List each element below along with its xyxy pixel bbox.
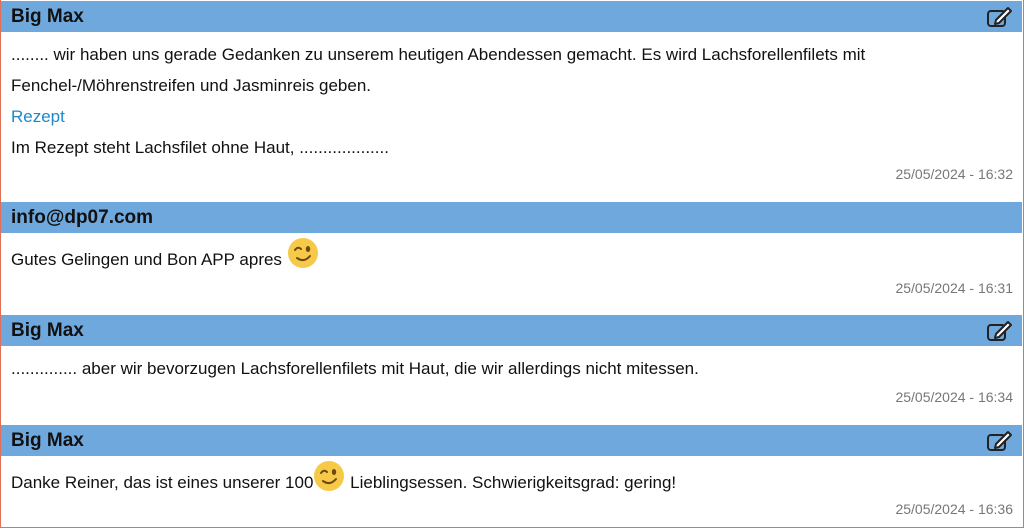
edit-icon[interactable]: [986, 320, 1012, 342]
comment-text: Lieblingsessen. Schwierigkeitsgrad: geri…: [345, 472, 677, 492]
comment-text: Danke Reiner, das ist eines unserer 100: [11, 472, 314, 492]
comment-text: .............. aber wir bevorzugen Lachs…: [11, 359, 699, 378]
comment-timestamp: 25/05/2024 - 16:32: [895, 166, 1013, 182]
comment-author: Big Max: [11, 319, 84, 341]
comment-author: Big Max: [11, 429, 84, 451]
comment-post: Big Max .............. aber wir bevorzug…: [1, 315, 1022, 405]
comment-author: Big Max: [11, 5, 84, 27]
comment-post: Big Max ........ wir haben uns gerade Ge…: [1, 1, 1022, 182]
wink-emoji-icon: [287, 237, 319, 280]
comment-header: Big Max: [1, 1, 1022, 32]
comment-text: Im Rezept steht Lachsfilet ohne Haut, ..…: [11, 138, 389, 157]
comment-body: Gutes Gelingen und Bon APP apres: [1, 233, 1022, 280]
comment-header: info@dp07.com: [1, 202, 1022, 233]
comment-body: ........ wir haben uns gerade Gedanken z…: [1, 32, 1022, 163]
comment-post: Big Max Danke Reiner, das ist eines unse…: [1, 425, 1022, 517]
comment-post: info@dp07.com Gutes Gelingen und Bon APP…: [1, 202, 1022, 296]
edit-icon[interactable]: [986, 6, 1012, 28]
edit-icon[interactable]: [986, 430, 1012, 452]
comment-timestamp: 25/05/2024 - 16:31: [895, 280, 1013, 296]
comment-header: Big Max: [1, 425, 1022, 456]
comment-text: Gutes Gelingen und Bon APP apres: [11, 249, 282, 269]
comment-timestamp: 25/05/2024 - 16:36: [895, 501, 1013, 517]
comment-timestamp: 25/05/2024 - 16:34: [895, 389, 1013, 405]
recipe-link[interactable]: Rezept: [11, 107, 65, 126]
comment-text: Fenchel-/Möhrenstreifen und Jasminreis g…: [11, 76, 372, 95]
comment-text: ........ wir haben uns gerade Gedanken z…: [11, 45, 866, 64]
comment-body: Danke Reiner, das ist eines unserer 100 …: [1, 456, 1022, 503]
wink-emoji-icon: [313, 460, 345, 503]
comment-author: info@dp07.com: [11, 206, 154, 228]
comment-body: .............. aber wir bevorzugen Lachs…: [1, 346, 1022, 384]
comment-header: Big Max: [1, 315, 1022, 346]
